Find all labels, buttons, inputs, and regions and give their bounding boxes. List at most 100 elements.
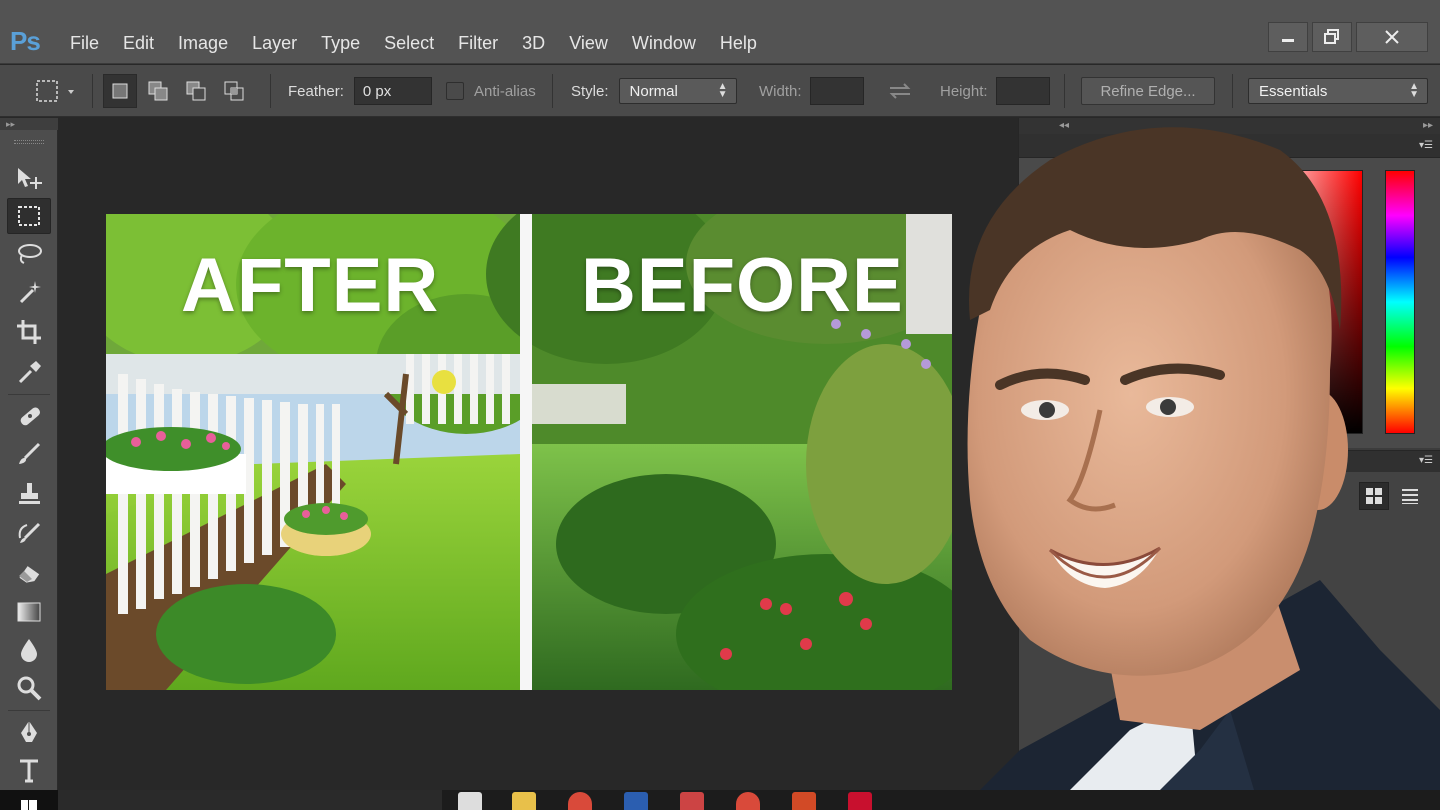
menu-window[interactable]: Window <box>620 33 708 54</box>
width-label: Width: <box>759 82 802 100</box>
eyedropper-icon <box>18 361 41 384</box>
updown-icon: ▲ ▼ <box>717 81 728 100</box>
lasso-tool[interactable] <box>7 236 51 272</box>
menu-file[interactable]: File <box>58 33 111 54</box>
menu-type[interactable]: Type <box>309 33 372 54</box>
pen-icon <box>21 721 37 742</box>
type-icon <box>20 759 38 783</box>
chrome-icon-2[interactable] <box>736 792 760 810</box>
history-brush-tool[interactable] <box>7 514 51 550</box>
feather-label: Feather: <box>288 82 344 100</box>
chrome-icon[interactable] <box>568 792 592 810</box>
anti-alias-checkbox[interactable] <box>446 82 464 100</box>
subtract-from-selection-button[interactable] <box>179 74 213 108</box>
after-label: AFTER <box>181 243 440 328</box>
style-select[interactable]: Normal ▲ ▼ <box>618 78 737 104</box>
gradient-tool[interactable] <box>7 594 51 630</box>
app-icon[interactable] <box>680 792 704 810</box>
menu-help[interactable]: Help <box>708 33 769 54</box>
gradient-icon <box>17 602 41 622</box>
menu-list: File Edit Image Layer Type Select Filter… <box>58 33 769 54</box>
move-icon <box>18 168 42 189</box>
windows-logo-icon <box>21 800 37 810</box>
style-label: Style: <box>571 82 609 100</box>
minimize-button[interactable] <box>1268 22 1308 52</box>
eraser-icon <box>19 566 40 583</box>
restore-icon <box>1324 29 1339 44</box>
tools-panel: ▸▸ <box>0 118 58 790</box>
menu-view[interactable]: View <box>557 33 620 54</box>
add-to-selection-button[interactable] <box>141 74 175 108</box>
marquee-preset-picker[interactable] <box>32 65 76 117</box>
acrobat-icon[interactable] <box>848 792 872 810</box>
menu-bar: Ps File Edit Image Layer Type Select Fil… <box>0 0 1440 64</box>
photoshop-window: Ps File Edit Image Layer Type Select Fil… <box>0 0 1440 810</box>
start-button[interactable] <box>0 790 58 810</box>
pen-tool[interactable] <box>7 714 51 750</box>
marquee-preset-icon <box>36 80 74 102</box>
height-input[interactable] <box>995 77 1050 105</box>
before-label: BEFORE <box>581 243 904 328</box>
window-controls <box>1268 22 1428 52</box>
crop-icon <box>17 320 41 344</box>
new-selection-button[interactable] <box>103 74 137 108</box>
taskbar-search[interactable] <box>58 790 442 810</box>
refine-edge-button[interactable]: Refine Edge... <box>1081 77 1215 105</box>
canvas-document[interactable]: AFTER BEFORE <box>106 214 952 690</box>
bandage-icon <box>20 407 41 426</box>
menu-filter[interactable]: Filter <box>446 33 510 54</box>
workspace-value: Essentials <box>1259 82 1328 100</box>
menu-edit[interactable]: Edit <box>111 33 166 54</box>
clone-stamp-tool[interactable] <box>7 476 51 512</box>
feather-input[interactable]: 0 px <box>353 77 432 105</box>
drop-icon <box>21 639 37 662</box>
dodge-tool[interactable] <box>7 670 51 706</box>
app-logo: Ps <box>10 26 41 56</box>
height-label: Height: <box>940 82 988 100</box>
new-selection-icon <box>112 83 128 99</box>
marquee-icon <box>18 206 40 226</box>
anti-alias-control[interactable]: Anti-alias <box>446 65 536 117</box>
intersect-selection-icon <box>224 81 244 101</box>
dodge-icon <box>17 676 42 701</box>
anti-alias-label: Anti-alias <box>474 82 536 100</box>
history-brush-icon <box>18 522 41 543</box>
intersect-selection-button[interactable] <box>217 74 251 108</box>
rectangular-marquee-tool[interactable] <box>7 198 51 234</box>
magic-wand-tool[interactable] <box>7 274 51 310</box>
swap-arrows-icon <box>889 83 911 99</box>
powerpoint-icon[interactable] <box>792 792 816 810</box>
move-tool[interactable] <box>7 160 51 196</box>
workspace-select[interactable]: Essentials ▲ ▼ <box>1248 78 1428 104</box>
brush-icon <box>19 442 41 464</box>
selection-mode-group <box>103 65 251 117</box>
style-value: Normal <box>629 82 678 100</box>
restore-button[interactable] <box>1312 22 1352 52</box>
menu-3d[interactable]: 3D <box>510 33 557 54</box>
eyedropper-tool[interactable] <box>7 354 51 390</box>
word-icon[interactable] <box>624 792 648 810</box>
stamp-icon <box>19 483 40 504</box>
magic-wand-icon <box>19 281 41 304</box>
file-explorer-icon[interactable] <box>512 792 536 810</box>
spot-healing-tool[interactable] <box>7 398 51 434</box>
crop-tool[interactable] <box>7 314 51 350</box>
task-view-icon[interactable] <box>458 792 482 810</box>
subtract-selection-icon <box>186 81 206 101</box>
type-tool[interactable] <box>7 752 51 788</box>
presenter-photo <box>960 127 1440 810</box>
panel-grip[interactable] <box>14 140 44 144</box>
minimize-icon <box>1282 39 1294 42</box>
collapse-icon[interactable]: ▸▸ <box>0 118 58 130</box>
eraser-tool[interactable] <box>7 554 51 590</box>
add-selection-icon <box>148 81 168 101</box>
close-button[interactable] <box>1356 22 1428 52</box>
close-icon <box>1385 30 1399 44</box>
os-taskbar <box>0 790 1440 810</box>
width-input[interactable] <box>809 77 864 105</box>
menu-image[interactable]: Image <box>166 33 240 54</box>
menu-select[interactable]: Select <box>372 33 446 54</box>
menu-layer[interactable]: Layer <box>240 33 309 54</box>
blur-tool[interactable] <box>7 632 51 668</box>
brush-tool[interactable] <box>7 436 51 472</box>
